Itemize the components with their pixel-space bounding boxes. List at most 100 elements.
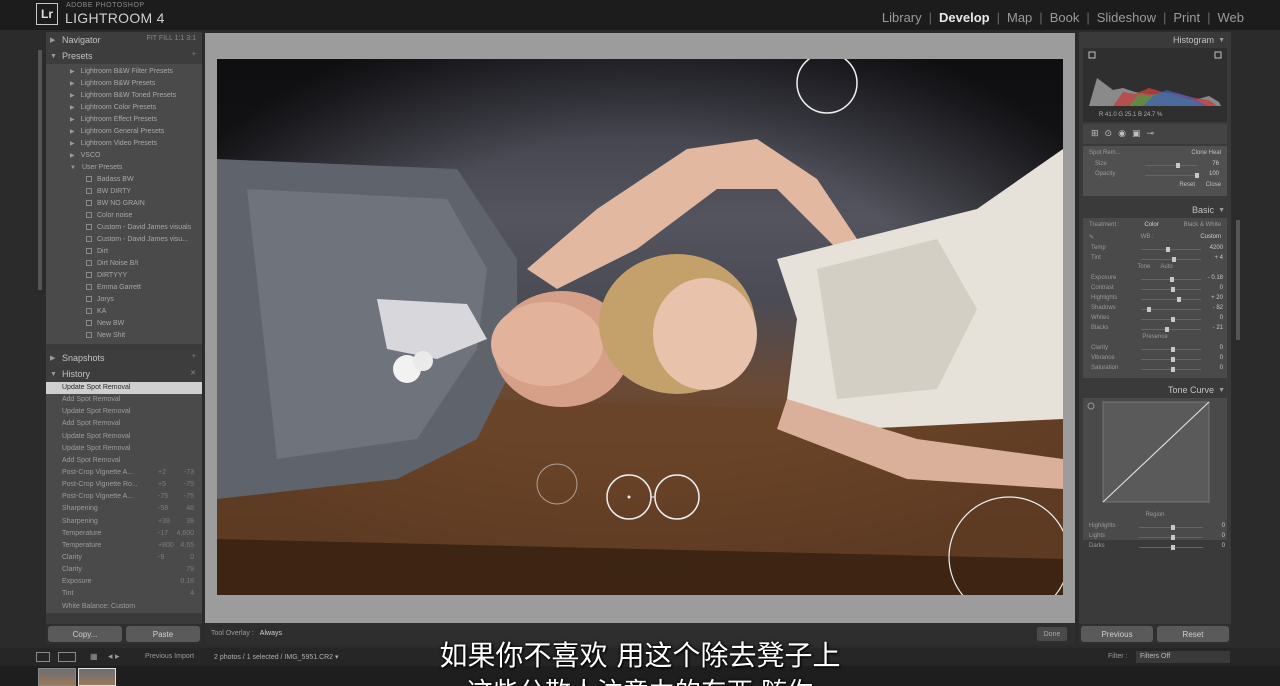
history-step[interactable]: Update Spot Removal: [46, 431, 202, 443]
user-preset-item[interactable]: Dirt Noise B/t: [46, 258, 202, 270]
history-step[interactable]: Update Spot Removal: [46, 406, 202, 418]
navigator-header[interactable]: ▶ Navigator FIT FILL 1:1 3:1: [46, 32, 202, 48]
slider-exposure[interactable]: Exposure - 0.18: [1085, 274, 1225, 284]
adjustment-brush-icon[interactable]: ⊸: [1146, 129, 1154, 139]
slider-clarity[interactable]: Clarity 0: [1085, 344, 1225, 354]
slider-tint[interactable]: Tint + 4: [1085, 254, 1225, 264]
curve-region-slider[interactable]: Highlights 0: [1083, 522, 1227, 532]
module-book[interactable]: Book: [1048, 10, 1082, 25]
spot-size-slider[interactable]: Size 76: [1089, 160, 1221, 170]
slider-knob[interactable]: [1171, 525, 1175, 530]
history-step[interactable]: Temperature -17 4,600: [46, 528, 202, 540]
history-step[interactable]: Add Spot Removal: [46, 418, 202, 430]
user-preset-item[interactable]: Jorys: [46, 294, 202, 306]
slider-contrast[interactable]: Contrast 0: [1085, 284, 1225, 294]
histogram-header[interactable]: Histogram ▼: [1079, 32, 1231, 48]
slider-temp[interactable]: Temp 4200: [1085, 244, 1225, 254]
spot-close-button[interactable]: Close: [1206, 182, 1221, 188]
preset-folder[interactable]: ▶ Lightroom General Presets: [46, 126, 202, 138]
graduated-filter-icon[interactable]: ▣: [1132, 129, 1141, 139]
presets-header[interactable]: ▼ Presets +: [46, 48, 202, 64]
crop-icon[interactable]: ⊞: [1091, 129, 1099, 139]
preset-folder[interactable]: ▼ User Presets: [46, 162, 202, 174]
history-step[interactable]: Exposure 0.18: [46, 576, 202, 588]
history-step[interactable]: Sharpening +38 38: [46, 516, 202, 528]
slider-saturation[interactable]: Saturation 0: [1085, 364, 1225, 374]
module-library[interactable]: Library: [880, 10, 924, 25]
history-step[interactable]: Post-Crop Vignette A... +2 -73: [46, 467, 202, 479]
history-step[interactable]: Add Spot Removal: [46, 455, 202, 467]
slider-shadows[interactable]: Shadows - 82: [1085, 304, 1225, 314]
slider-vibrance[interactable]: Vibrance 0: [1085, 354, 1225, 364]
slider-knob[interactable]: [1171, 287, 1175, 292]
treatment-color[interactable]: Color: [1144, 222, 1158, 230]
slider-highlights[interactable]: Highlights + 20: [1085, 294, 1225, 304]
slider-whites[interactable]: Whites 0: [1085, 314, 1225, 324]
clear-history-icon[interactable]: ✕: [190, 369, 196, 377]
user-preset-item[interactable]: Custom - David James visu...: [46, 234, 202, 246]
spot-opacity-slider[interactable]: Opacity 100: [1089, 170, 1221, 180]
red-eye-icon[interactable]: ◉: [1118, 129, 1126, 139]
wedding-photo[interactable]: [217, 59, 1063, 595]
tone-curve-graph[interactable]: [1083, 398, 1227, 508]
user-preset-item[interactable]: BW NO GRAIN: [46, 198, 202, 210]
left-scrollbar[interactable]: [38, 50, 42, 290]
tone-curve-header[interactable]: Tone Curve ▼: [1079, 382, 1231, 398]
preset-folder[interactable]: ▶ Lightroom Effect Presets: [46, 114, 202, 126]
slider-knob[interactable]: [1171, 367, 1175, 372]
slider-knob[interactable]: [1169, 277, 1174, 282]
preset-folder[interactable]: ▶ Lightroom B&W Filter Presets: [46, 66, 202, 78]
user-preset-item[interactable]: Color noise: [46, 210, 202, 222]
curve-region-slider[interactable]: Lights 0: [1083, 532, 1227, 542]
user-preset-item[interactable]: New BW: [46, 318, 202, 330]
history-step[interactable]: Clarity -9 0: [46, 552, 202, 564]
history-header[interactable]: ▼ History ✕: [46, 366, 202, 382]
slider-blacks[interactable]: Blacks - 21: [1085, 324, 1225, 334]
history-step[interactable]: Tint 4: [46, 588, 202, 600]
slider-knob[interactable]: [1165, 327, 1169, 332]
user-preset-item[interactable]: New Shit: [46, 330, 202, 342]
history-step[interactable]: Post-Crop Vignette Ro... +5 -75: [46, 479, 202, 491]
slider-knob[interactable]: [1147, 307, 1151, 312]
navigator-zoom[interactable]: FIT FILL 1:1 3:1: [147, 35, 196, 42]
preset-folder[interactable]: ▶ Lightroom Color Presets: [46, 102, 202, 114]
slider-knob[interactable]: [1166, 247, 1171, 252]
slider-knob[interactable]: [1171, 317, 1175, 322]
module-develop[interactable]: Develop: [937, 10, 992, 25]
user-preset-item[interactable]: KA: [46, 306, 202, 318]
history-step[interactable]: White Balance: Custom: [46, 601, 202, 613]
preset-folder[interactable]: ▶ VSCO: [46, 150, 202, 162]
slider-knob[interactable]: [1194, 173, 1199, 178]
spot-reset-button[interactable]: Reset: [1179, 182, 1195, 188]
slider-knob[interactable]: [1172, 257, 1177, 262]
clone-heal-toggle[interactable]: Clone Heal: [1191, 150, 1221, 156]
history-step[interactable]: Update Spot Removal: [46, 443, 202, 455]
user-preset-item[interactable]: Emma Garrett: [46, 282, 202, 294]
slider-knob[interactable]: [1171, 545, 1175, 550]
user-preset-item[interactable]: Dirt: [46, 246, 202, 258]
auto-tone-button[interactable]: Auto: [1160, 264, 1172, 270]
user-preset-item[interactable]: BW DIRTY: [46, 186, 202, 198]
history-step[interactable]: Sharpening -58 48: [46, 503, 202, 515]
basic-header[interactable]: Basic ▼: [1079, 202, 1231, 218]
history-step[interactable]: Post-Crop Vignette A... -75 -75: [46, 491, 202, 503]
module-print[interactable]: Print: [1171, 10, 1202, 25]
add-preset-icon[interactable]: +: [192, 51, 196, 58]
slider-knob[interactable]: [1171, 357, 1175, 362]
preset-folder[interactable]: ▶ Lightroom Video Presets: [46, 138, 202, 150]
slider-knob[interactable]: [1171, 535, 1175, 540]
preset-folder[interactable]: ▶ Lightroom B&W Presets: [46, 78, 202, 90]
module-map[interactable]: Map: [1005, 10, 1034, 25]
treatment-bw[interactable]: Black & White: [1184, 222, 1221, 230]
history-step[interactable]: Update Spot Removal: [46, 382, 202, 395]
user-preset-item[interactable]: Badass BW: [46, 174, 202, 186]
curve-region-slider[interactable]: Darks 0: [1083, 542, 1227, 552]
module-web[interactable]: Web: [1216, 10, 1247, 25]
snapshots-header[interactable]: ▶ Snapshots +: [46, 350, 202, 366]
wb-select[interactable]: Custom: [1200, 234, 1221, 242]
preset-folder[interactable]: ▶ Lightroom B&W Toned Presets: [46, 90, 202, 102]
add-snapshot-icon[interactable]: +: [192, 353, 196, 360]
spot-removal-icon[interactable]: ⊙: [1105, 129, 1113, 139]
slider-knob[interactable]: [1176, 163, 1181, 168]
slider-knob[interactable]: [1171, 347, 1175, 352]
